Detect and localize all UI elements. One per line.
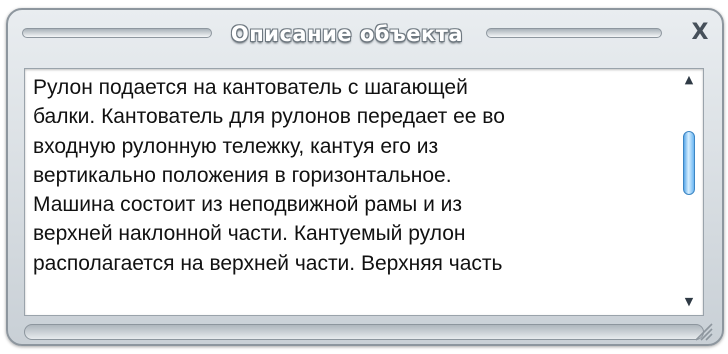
title-bar[interactable]: Описание объекта X: [16, 16, 714, 52]
text-line: располагается на верхней части. Верхняя …: [33, 251, 503, 275]
object-description-window: Описание объекта X Рулон подается на кан…: [6, 8, 724, 346]
triangle-up-icon[interactable]: ▲: [677, 71, 701, 89]
scroll-thumb[interactable]: [683, 131, 695, 195]
text-line: Рулон подается на кантователь с шагающей: [33, 76, 468, 99]
status-bar: [24, 324, 704, 340]
text-line: верхней наклонной части. Кантуемый рулон: [33, 222, 466, 246]
text-line: входную рулонную тележку, кантуя его из: [33, 134, 439, 158]
triangle-down-icon[interactable]: ▼: [677, 293, 701, 311]
close-button[interactable]: X: [686, 19, 714, 47]
title-groove-left: [22, 28, 212, 38]
title-groove-right: [486, 28, 662, 38]
vertical-scrollbar[interactable]: ▲ ▼: [677, 71, 701, 313]
text-line: балки. Кантователь для рулонов передает …: [33, 105, 505, 129]
resize-grip-icon[interactable]: [690, 318, 714, 342]
window-title: Описание объекта: [230, 22, 464, 46]
description-text[interactable]: Рулон подается на кантователь с шагающей…: [33, 73, 669, 313]
text-line: Машина состоит из неподвижной рамы и из: [33, 193, 462, 217]
text-line: вертикально положения в горизонтальное.: [33, 163, 452, 187]
description-panel: Рулон подается на кантователь с шагающей…: [24, 68, 704, 316]
